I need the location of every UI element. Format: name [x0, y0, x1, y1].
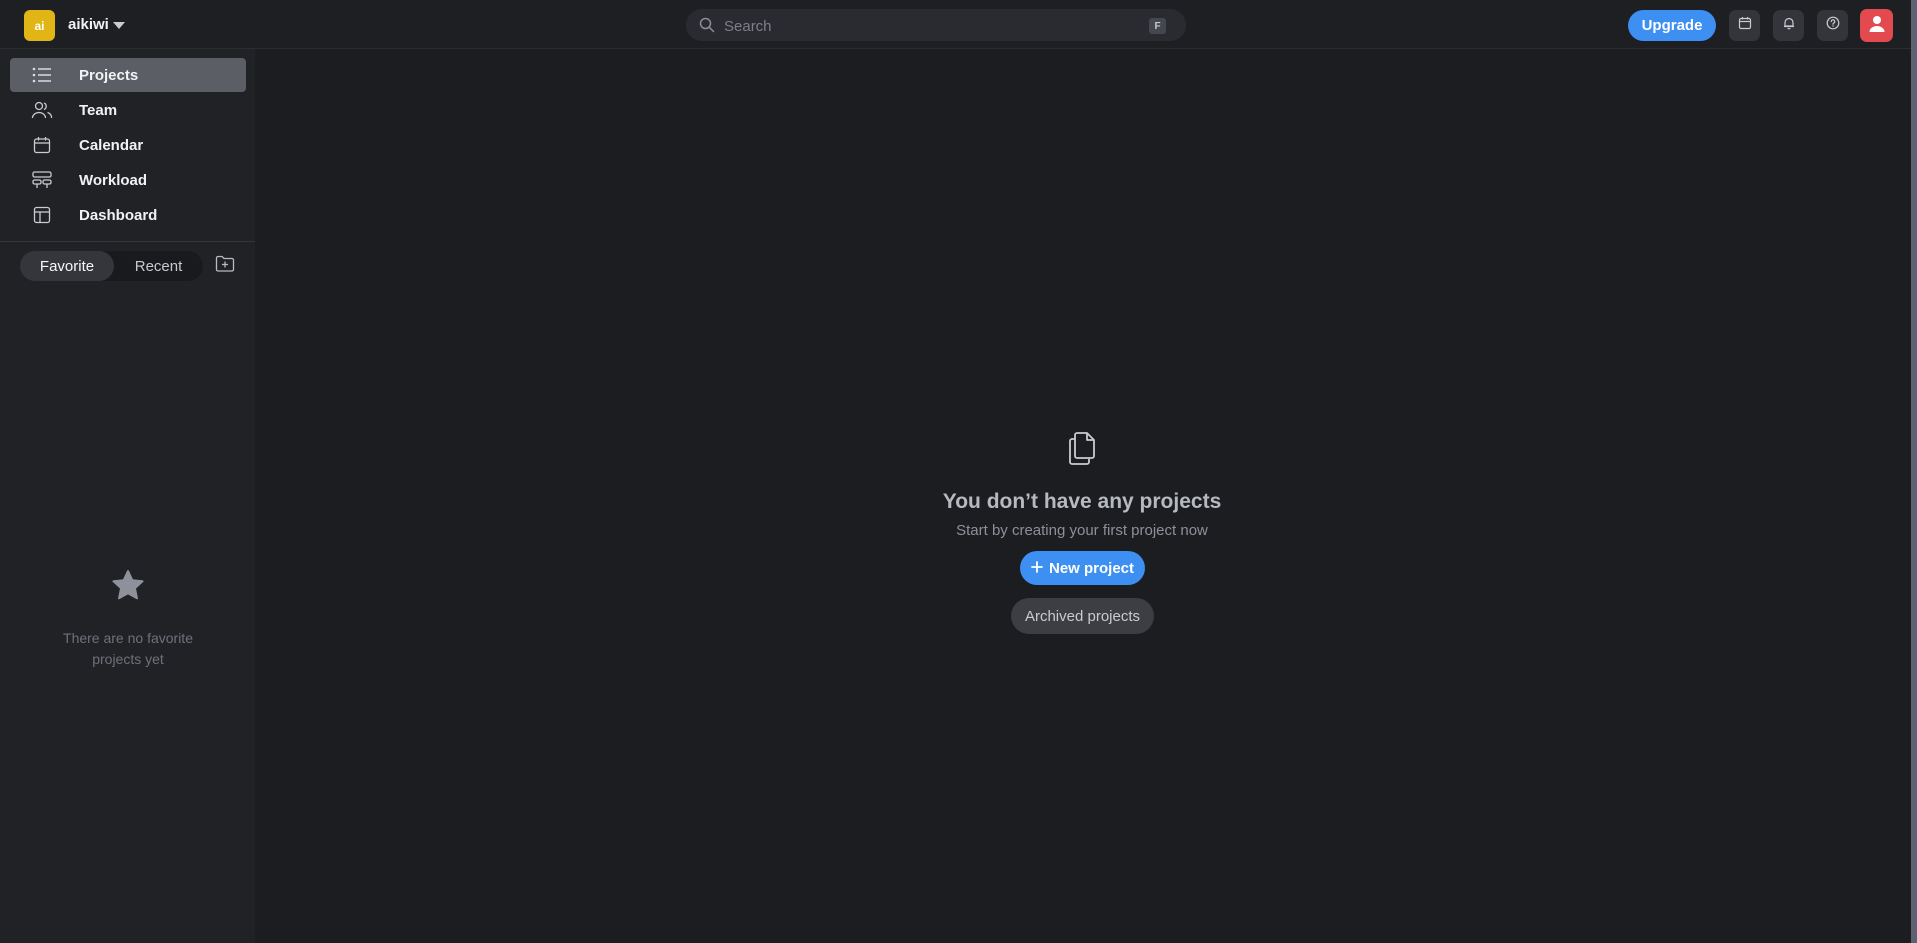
- notifications-button[interactable]: [1773, 10, 1804, 41]
- favorite-recent-toggle: Favorite Recent: [20, 251, 203, 281]
- tab-favorite[interactable]: Favorite: [20, 251, 114, 281]
- workload-icon: [30, 168, 54, 192]
- dashboard-icon: [30, 203, 54, 227]
- favorites-empty-text: There are no favorite projects yet: [63, 630, 193, 667]
- sidebar-divider: [0, 241, 255, 242]
- workspace-name[interactable]: aikiwi: [68, 16, 109, 33]
- help-icon: [1826, 16, 1840, 35]
- calendar-icon: [1738, 16, 1752, 35]
- help-button[interactable]: [1817, 10, 1848, 41]
- archived-projects-button[interactable]: Archived projects: [1011, 598, 1154, 634]
- sidebar-item-label: Dashboard: [79, 206, 158, 224]
- sidebar-item-projects[interactable]: Projects: [10, 58, 246, 92]
- calendar-icon: [30, 133, 54, 157]
- new-project-label: New project: [1048, 559, 1135, 577]
- top-bar: ai aikiwi F Upgrade: [0, 0, 1917, 49]
- copy-icon: [1066, 430, 1098, 471]
- sidebar-item-workload[interactable]: Workload: [10, 163, 246, 197]
- tab-recent[interactable]: Recent: [114, 251, 203, 281]
- empty-state-title: You don’t have any projects: [942, 490, 1222, 513]
- sidebar-item-label: Workload: [79, 171, 148, 189]
- search-bar[interactable]: F: [686, 9, 1186, 41]
- sidebar-item-label: Team: [79, 101, 118, 119]
- search-input[interactable]: [722, 15, 1126, 37]
- folder-plus-icon: [215, 255, 235, 278]
- sidebar-item-calendar[interactable]: Calendar: [10, 128, 246, 162]
- sidebar: Projects Team Calendar Workload Dashboar…: [0, 49, 255, 943]
- add-folder-button[interactable]: [213, 254, 237, 278]
- sidebar-item-label: Projects: [79, 66, 139, 84]
- avatar[interactable]: [1860, 9, 1893, 42]
- users-icon: [30, 98, 54, 122]
- star-icon: [111, 569, 145, 606]
- sidebar-item-label: Calendar: [79, 136, 144, 154]
- sidebar-item-team[interactable]: Team: [10, 93, 246, 127]
- bell-icon: [1782, 16, 1796, 35]
- workspace-logo-text: ai: [34, 18, 45, 33]
- scrollbar[interactable]: [1911, 0, 1917, 943]
- plus-icon: [1031, 560, 1043, 577]
- list-icon: [30, 63, 54, 87]
- empty-state-subtitle: Start by creating your first project now: [956, 522, 1208, 539]
- search-shortcut-badge: F: [1149, 18, 1166, 34]
- search-icon: [699, 17, 715, 38]
- new-project-button[interactable]: New project: [1020, 551, 1145, 585]
- workspace-logo[interactable]: ai: [24, 10, 55, 41]
- calendar-button[interactable]: [1729, 10, 1760, 41]
- upgrade-button[interactable]: Upgrade: [1628, 10, 1716, 41]
- sidebar-item-dashboard[interactable]: Dashboard: [10, 198, 246, 232]
- user-icon: [1867, 13, 1887, 38]
- chevron-down-icon[interactable]: [113, 22, 125, 29]
